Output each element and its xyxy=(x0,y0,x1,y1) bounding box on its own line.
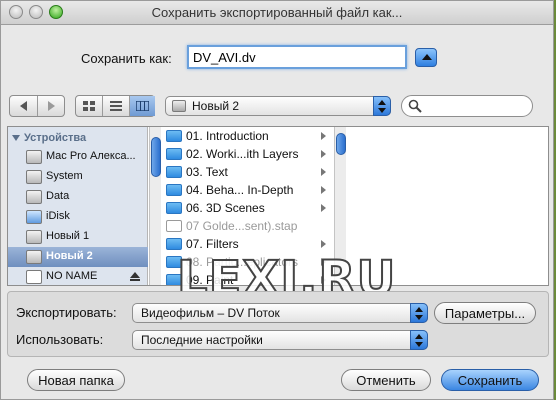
cancel-button[interactable]: Отменить xyxy=(341,369,431,391)
export-format-popup[interactable]: Видеофильм – DV Поток xyxy=(132,303,428,323)
save-as-label: Сохранить как: xyxy=(81,51,172,66)
export-options: Экспортировать: Видеофильм – DV Поток Па… xyxy=(7,291,549,357)
use-label: Использовать: xyxy=(16,332,104,347)
chevron-right-icon xyxy=(321,204,326,212)
document-icon xyxy=(166,220,182,232)
scroll-thumb[interactable] xyxy=(336,133,346,155)
disclosure-triangle-icon xyxy=(12,135,20,141)
chevron-right-icon xyxy=(321,150,326,158)
folder-icon xyxy=(166,148,182,160)
sidebar-item-system[interactable]: System xyxy=(8,167,148,187)
drive-icon xyxy=(172,100,186,112)
folder-icon xyxy=(166,184,182,196)
eject-icon[interactable] xyxy=(130,272,140,281)
browser-toolbar: Новый 2 xyxy=(1,93,553,119)
back-arrow-icon xyxy=(20,101,27,111)
sidebar-item-no-name[interactable]: NO NAME xyxy=(8,267,148,285)
sidebar-item-mac-pro[interactable]: Mac Pro Алекса... xyxy=(8,147,148,167)
window-title: Сохранить экспортированный файл как... xyxy=(151,5,403,20)
sidebar: Устройства Mac Pro Алекса... System Data… xyxy=(8,127,148,285)
icon-view-icon xyxy=(83,101,95,111)
use-settings-value: Последние настройки xyxy=(141,333,263,347)
list-item[interactable]: 03. Text xyxy=(162,163,332,181)
sidebar-heading[interactable]: Устройства xyxy=(12,132,86,144)
icon-view-button[interactable] xyxy=(76,96,102,116)
list-view-icon xyxy=(110,101,122,111)
title-bar: Сохранить экспортированный файл как... xyxy=(1,1,553,25)
use-stepper-icon xyxy=(410,330,428,350)
location-stepper-icon xyxy=(373,96,391,116)
list-item[interactable]: 04. Beha... In-Depth xyxy=(162,181,332,199)
column-view-icon xyxy=(136,101,149,111)
save-button[interactable]: Сохранить xyxy=(441,369,539,391)
parameters-button[interactable]: Параметры... xyxy=(434,302,536,324)
sidebar-item-novyi-2[interactable]: Новый 2 xyxy=(8,247,148,267)
forward-button[interactable] xyxy=(38,96,65,116)
save-dialog: Сохранить экспортированный файл как... С… xyxy=(0,0,554,400)
chevron-right-icon xyxy=(321,186,326,194)
chevron-right-icon xyxy=(321,168,326,176)
idisk-icon xyxy=(26,210,42,224)
list-item[interactable]: 01. Introduction xyxy=(162,127,332,145)
hard-drive-icon xyxy=(26,190,42,204)
collapse-dialog-button[interactable] xyxy=(415,48,437,67)
sidebar-item-novyi-1[interactable]: Новый 1 xyxy=(8,227,148,247)
search-icon xyxy=(408,99,422,113)
list-item[interactable]: 06. 3D Scenes xyxy=(162,199,332,217)
sidebar-item-idisk[interactable]: iDisk xyxy=(8,207,148,227)
view-mode-control xyxy=(75,95,155,117)
back-button[interactable] xyxy=(10,96,37,116)
save-as-field[interactable] xyxy=(187,45,407,69)
location-value: Новый 2 xyxy=(192,99,240,113)
export-stepper-icon xyxy=(410,303,428,323)
folder-icon xyxy=(166,238,182,250)
column-view-button[interactable] xyxy=(130,96,155,116)
hard-drive-icon xyxy=(26,170,42,184)
scroll-thumb[interactable] xyxy=(151,137,161,177)
folder-icon xyxy=(166,130,182,142)
location-popup[interactable]: Новый 2 xyxy=(165,96,391,116)
list-item[interactable]: 02. Worki...ith Layers xyxy=(162,145,332,163)
export-format-value: Видеофильм – DV Поток xyxy=(141,306,280,320)
folder-icon xyxy=(166,166,182,178)
hard-drive-icon xyxy=(26,250,42,264)
new-folder-button[interactable]: Новая папка xyxy=(27,369,125,391)
list-view-button[interactable] xyxy=(103,96,129,116)
sidebar-scrollbar[interactable] xyxy=(149,127,161,285)
forward-arrow-icon xyxy=(48,101,55,111)
list-item[interactable]: 07 Golde...sent).stap xyxy=(162,217,332,235)
chevron-right-icon xyxy=(321,240,326,248)
search-field[interactable] xyxy=(401,95,533,117)
disk-icon xyxy=(26,270,42,284)
sidebar-item-data[interactable]: Data xyxy=(8,187,148,207)
export-label: Экспортировать: xyxy=(16,305,117,320)
chevron-right-icon xyxy=(321,132,326,140)
folder-icon xyxy=(166,202,182,214)
computer-icon xyxy=(26,150,42,164)
history-control xyxy=(9,95,65,117)
hard-drive-icon xyxy=(26,230,42,244)
save-as-row: Сохранить как: xyxy=(1,45,553,71)
use-settings-popup[interactable]: Последние настройки xyxy=(132,330,428,350)
